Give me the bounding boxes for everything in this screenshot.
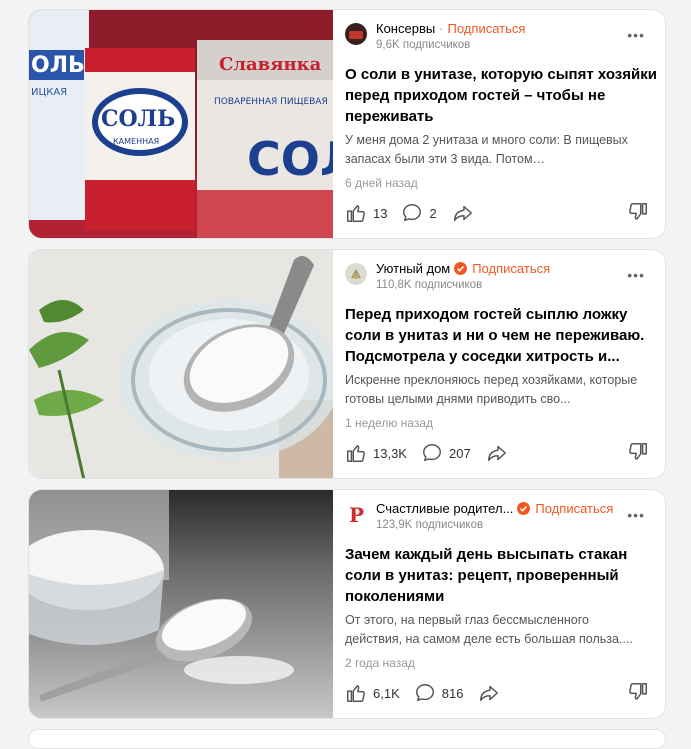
publish-date: 1 неделю назад [345, 416, 434, 430]
subscriber-count: 110,8K подписчиков [376, 279, 483, 291]
more-options-icon[interactable]: ••• [627, 508, 645, 522]
svg-text:P: P [349, 503, 364, 525]
svg-text:СОЛ: СОЛ [247, 132, 333, 186]
article-title[interactable]: Перед приходом гостей сыплю ложку соли в… [345, 304, 661, 367]
comments-button[interactable]: 816 [414, 682, 464, 704]
dislike-button[interactable] [627, 441, 649, 468]
thumbs-down-icon [629, 203, 647, 220]
article-title[interactable]: О соли в унитазе, которую сыпят хозяйки … [345, 64, 661, 127]
article-card[interactable]: Уютный дом Подписаться 110,8K подписчико… [28, 249, 666, 479]
channel-avatar[interactable] [345, 263, 367, 285]
share-button[interactable] [485, 442, 515, 464]
article-thumbnail[interactable]: ОЛЬ ИЦКАЯ СОЛЬ КАМЕННАЯ Славянка ПОВАРЕН… [29, 10, 333, 238]
channel-name[interactable]: Консервы [376, 21, 435, 36]
salt-spoon-bowl-image [29, 250, 333, 478]
thumbs-up-icon [347, 445, 365, 462]
like-button[interactable]: 6,1K [345, 682, 400, 704]
svg-text:Славянка: Славянка [219, 54, 322, 75]
share-icon [453, 205, 472, 222]
like-count: 13,3K [373, 445, 407, 461]
svg-text:ИЦКАЯ: ИЦКАЯ [31, 87, 67, 98]
channel-name[interactable]: Уютный дом [376, 261, 450, 276]
thumbs-up-icon [347, 205, 365, 222]
dislike-button[interactable] [627, 681, 649, 708]
package-brand: СОЛЬ [101, 106, 175, 132]
like-count: 13 [373, 205, 388, 221]
article-card[interactable]: P Счастливые родител... Подписаться 123,… [28, 489, 666, 719]
salt-glass-spoon-image [29, 490, 333, 718]
thumbs-down-icon [629, 683, 647, 700]
verified-badge-icon [454, 262, 468, 275]
share-button[interactable] [451, 202, 481, 224]
package-left-brand: ОЛЬ [31, 53, 85, 78]
thumbs-down-icon [629, 443, 647, 460]
subscriber-count: 9,6K подписчиков [376, 39, 471, 51]
article-excerpt[interactable]: От этого, на первый глаз бессмысленного … [345, 611, 645, 649]
thumbs-up-icon [347, 685, 365, 702]
share-icon [480, 685, 499, 702]
more-options-icon[interactable]: ••• [627, 28, 645, 42]
channel-name[interactable]: Счастливые родител... [376, 501, 513, 516]
publish-date: 6 дней назад [345, 176, 418, 190]
subscribe-button[interactable]: Подписаться [535, 501, 613, 516]
article-excerpt[interactable]: Искренне преклоняюсь перед хозяйками, ко… [345, 371, 645, 409]
share-icon [487, 445, 506, 462]
verified-badge-icon [517, 502, 531, 515]
comment-icon [415, 684, 434, 702]
comments-button[interactable]: 2 [401, 202, 437, 224]
article-title[interactable]: Зачем каждый день высыпать стакан соли в… [345, 544, 661, 607]
subscriber-count: 123,9K подписчиков [376, 519, 484, 531]
more-options-icon[interactable]: ••• [627, 268, 645, 282]
share-button[interactable] [477, 682, 507, 704]
channel-avatar[interactable]: P [345, 503, 367, 525]
publish-date: 2 года назад [345, 656, 415, 670]
article-thumbnail[interactable] [29, 490, 333, 718]
subscribe-button[interactable]: Подписаться [472, 261, 550, 276]
like-button[interactable]: 13,3K [345, 442, 407, 464]
next-article-card[interactable] [28, 729, 666, 749]
like-count: 6,1K [373, 685, 400, 701]
comment-count: 816 [441, 685, 464, 701]
comment-count: 207 [448, 445, 471, 461]
article-card[interactable]: ОЛЬ ИЦКАЯ СОЛЬ КАМЕННАЯ Славянка ПОВАРЕН… [28, 9, 666, 239]
comment-count: 2 [429, 205, 437, 221]
salt-packages-image: ОЛЬ ИЦКАЯ СОЛЬ КАМЕННАЯ Славянка ПОВАРЕН… [29, 10, 333, 238]
article-thumbnail[interactable] [29, 250, 333, 478]
like-button[interactable]: 13 [345, 202, 387, 224]
subscribe-button[interactable]: Подписаться [448, 21, 526, 36]
channel-avatar[interactable] [345, 23, 367, 45]
comment-icon [423, 444, 441, 462]
article-excerpt[interactable]: У меня дома 2 унитаза и много соли: В пи… [345, 131, 645, 169]
comments-button[interactable]: 207 [421, 442, 471, 464]
dislike-button[interactable] [627, 201, 649, 228]
svg-text:КАМЕННАЯ: КАМЕННАЯ [113, 137, 159, 146]
comment-icon [403, 204, 422, 222]
svg-text:ПОВАРЕННАЯ ПИЩЕВАЯ: ПОВАРЕННАЯ ПИЩЕВАЯ [214, 97, 328, 107]
